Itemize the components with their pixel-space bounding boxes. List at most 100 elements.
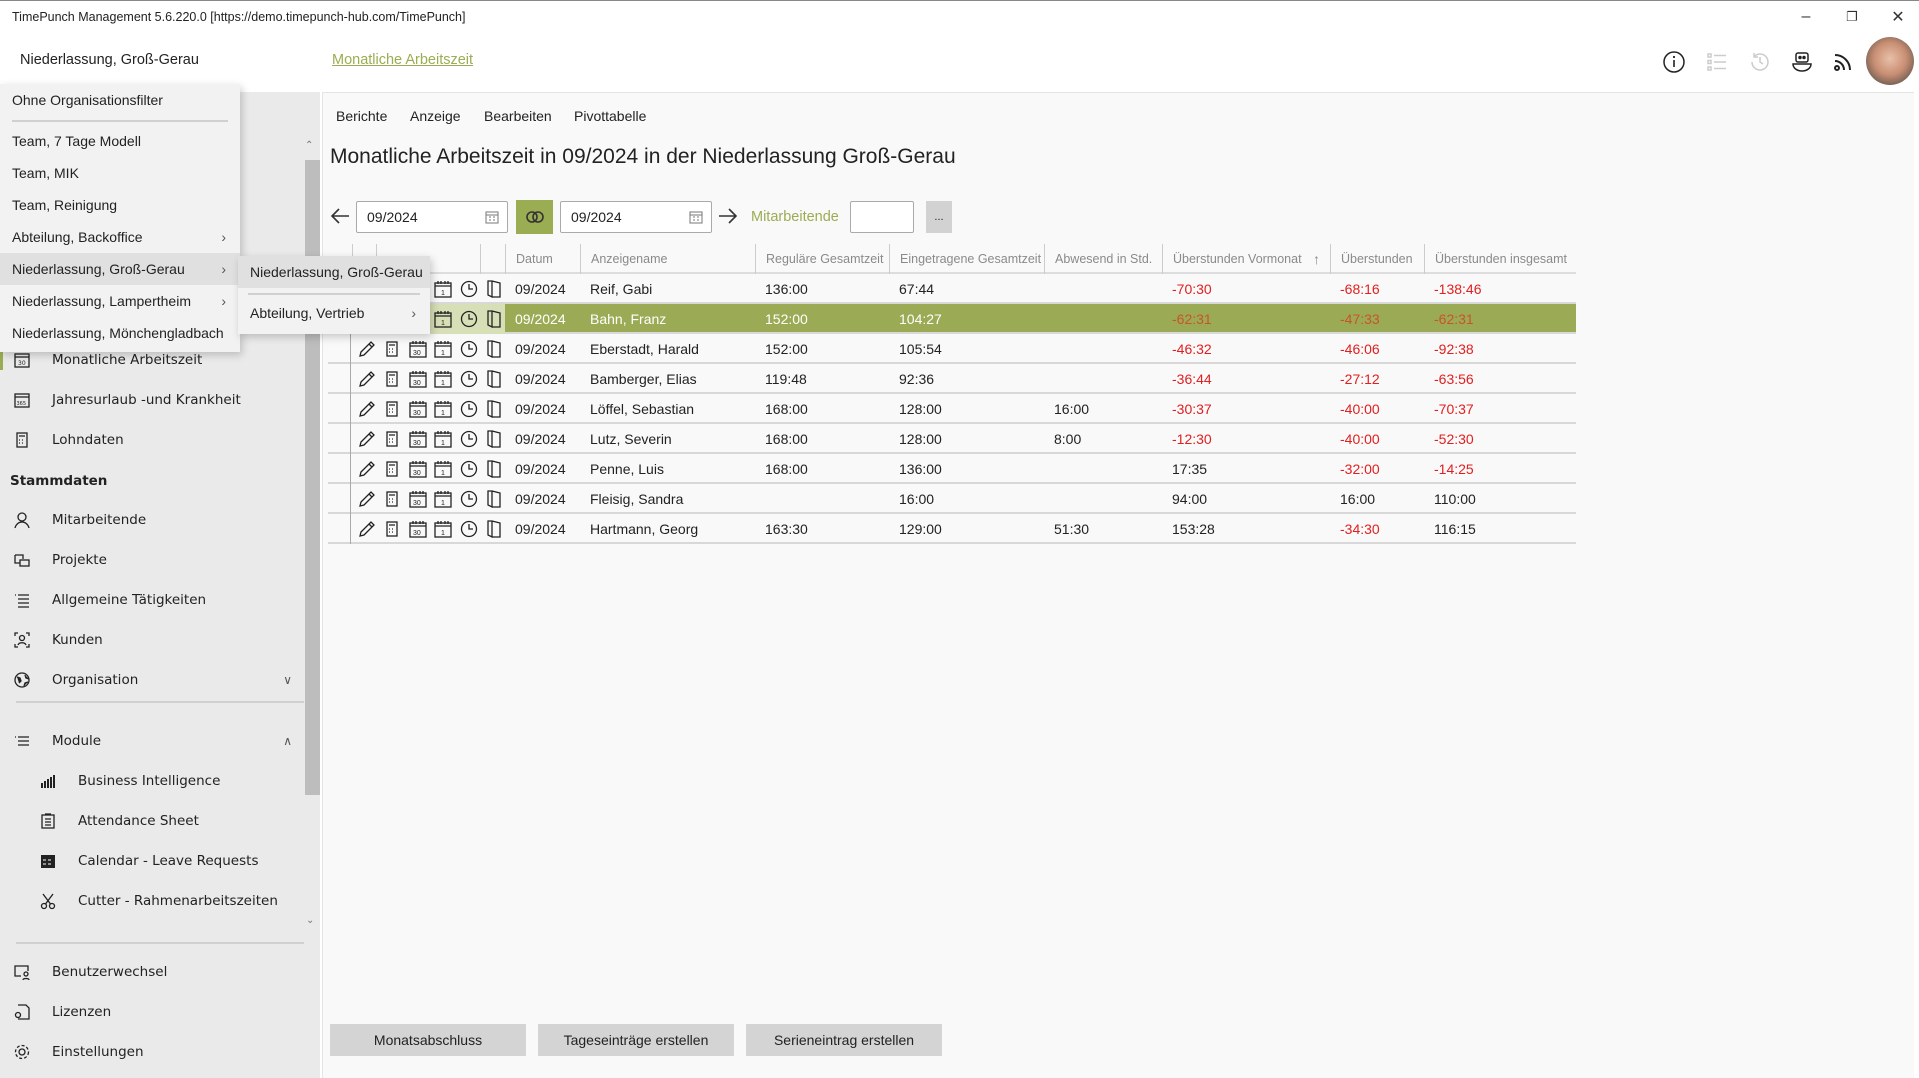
calendar-month-icon[interactable]: 30 (407, 397, 429, 421)
chevron-up-icon[interactable]: ∧ (283, 734, 292, 748)
table-row[interactable]: 30109/2024Reif, Gabi136:0067:44-70:30-68… (328, 274, 1576, 304)
column-header[interactable]: Reguläre Gesamtzeit (755, 244, 889, 274)
next-month-arrow-icon[interactable] (716, 204, 740, 231)
org-menu-item[interactable]: Abteilung, Backoffice › (0, 221, 240, 253)
scroll-down-icon[interactable]: ⌄ (306, 915, 314, 926)
clock-icon[interactable] (458, 367, 480, 391)
table-row[interactable]: 30109/2024Bahn, Franz152:00104:27-62:31-… (328, 304, 1576, 334)
column-header[interactable]: Datum (505, 244, 580, 274)
sort-ascending-icon[interactable]: ↑ (1313, 251, 1320, 267)
link-dates-button[interactable] (516, 200, 553, 234)
submenu-item[interactable]: Niederlassung, Groß-Gerau (238, 256, 430, 288)
employees-link[interactable]: Mitarbeitende (751, 209, 839, 225)
edit-icon[interactable] (356, 427, 378, 451)
book-icon[interactable] (484, 367, 506, 391)
clock-icon[interactable] (458, 397, 480, 421)
sidebar-item-lizenzen[interactable]: Lizenzen (0, 994, 300, 1030)
book-icon[interactable] (484, 397, 506, 421)
sidebar-item-cutter-rahmenarbeitszeiten[interactable]: Cutter - Rahmenarbeitszeiten (0, 883, 300, 919)
table-row[interactable]: 30 1 09/2024 Hartmann, Georg 163:30 129:00 51:… (328, 514, 1576, 544)
history-icon[interactable] (1746, 48, 1774, 76)
menu-berichte[interactable]: Berichte (336, 108, 387, 124)
edit-icon[interactable] (356, 457, 378, 481)
list-icon[interactable] (1703, 48, 1731, 76)
menu-anzeige[interactable]: Anzeige (410, 108, 461, 124)
sidebar-item-allgemeine-tätigkeiten[interactable]: Allgemeine Tätigkeiten (0, 582, 300, 618)
monatsabschluss-button[interactable]: Monatsabschluss (330, 1024, 526, 1056)
table-row[interactable]: 30 1 09/2024 Bamberger, Elias 119:48 92:36 -36… (328, 364, 1576, 394)
avatar[interactable] (1866, 37, 1914, 85)
book-icon[interactable] (484, 337, 506, 361)
minimize-button[interactable]: – (1786, 5, 1826, 29)
column-header[interactable]: Anzeigename (580, 244, 755, 274)
menu-pivottabelle[interactable]: Pivottabelle (574, 108, 646, 124)
menu-bearbeiten[interactable]: Bearbeiten (484, 108, 552, 124)
edit-icon[interactable] (356, 517, 378, 541)
calculator-icon[interactable] (382, 487, 404, 511)
sidebar-item-calendar-leave-requests[interactable]: Calendar - Leave Requests (0, 843, 300, 879)
table-row[interactable]: 30 1 09/2024 Eberstadt, Harald 152:00 105:54 -… (328, 334, 1576, 364)
info-icon[interactable] (1660, 48, 1688, 76)
clock-icon[interactable] (458, 277, 480, 301)
book-icon[interactable] (484, 517, 506, 541)
book-icon[interactable] (484, 457, 506, 481)
more-button[interactable]: ... (926, 201, 952, 233)
calculator-icon[interactable] (382, 367, 404, 391)
table-row[interactable]: 30 1 09/2024 Löffel, Sebastian 168:00 128:00 1… (328, 394, 1576, 424)
calendar-day-icon[interactable]: 1 (433, 487, 455, 511)
calendar-day-icon[interactable]: 1 (433, 517, 455, 541)
org-menu-item[interactable]: Niederlassung, Mönchengladbach (0, 317, 240, 349)
sidebar-item-organisation[interactable]: Organisation ∨ (0, 662, 300, 698)
sidebar-item-module[interactable]: Module ∧ (0, 723, 300, 759)
calendar-month-icon[interactable]: 30 (407, 457, 429, 481)
calculator-icon[interactable] (382, 517, 404, 541)
calendar-day-icon[interactable]: 1 (433, 457, 455, 481)
submenu-item-vertrieb[interactable]: Abteilung, Vertrieb › (238, 297, 430, 329)
create-daily-entries-button[interactable]: Tageseinträge erstellen (538, 1024, 734, 1056)
column-header[interactable]: Abwesend in Std. (1044, 244, 1162, 274)
sidebar-item-attendance-sheet[interactable]: Attendance Sheet (0, 803, 300, 839)
calculator-icon[interactable] (382, 337, 404, 361)
sidebar-item-benutzerwechsel[interactable]: Benutzerwechsel (0, 954, 300, 990)
close-button[interactable]: ✕ (1878, 5, 1918, 29)
book-icon[interactable] (484, 307, 506, 331)
sidebar-item-business-intelligence[interactable]: Business Intelligence (0, 763, 300, 799)
book-icon[interactable] (484, 487, 506, 511)
employees-field[interactable] (850, 201, 914, 233)
bot-icon[interactable] (1788, 48, 1816, 76)
calculator-icon[interactable] (382, 457, 404, 481)
column-header[interactable]: Überstunden insgesamt (1424, 244, 1576, 274)
edit-icon[interactable] (356, 397, 378, 421)
chevron-down-icon[interactable]: ∨ (283, 673, 292, 687)
clock-icon[interactable] (458, 487, 480, 511)
sidebar-item-jahresurlaub-und-krankheit[interactable]: 365 Jahresurlaub -und Krankheit (0, 382, 300, 418)
clock-icon[interactable] (458, 307, 480, 331)
calendar-day-icon[interactable]: 1 (433, 277, 455, 301)
create-series-entry-button[interactable]: Serieneintrag erstellen (746, 1024, 942, 1056)
scroll-up-icon[interactable]: ⌃ (305, 140, 313, 151)
edit-icon[interactable] (356, 487, 378, 511)
table-row[interactable]: 30 1 09/2024 Penne, Luis 168:00 136:00 17:35 -3… (328, 454, 1576, 484)
calendar-month-icon[interactable]: 30 (407, 517, 429, 541)
calendar-day-icon[interactable]: 1 (433, 337, 455, 361)
calendar-day-icon[interactable]: 1 (433, 367, 455, 391)
organization-selector[interactable]: Niederlassung, Groß-Gerau (20, 52, 199, 68)
table-row[interactable]: 30 1 09/2024 Lutz, Severin 168:00 128:00 8:00 -… (328, 424, 1576, 454)
sidebar-item-einstellungen[interactable]: Einstellungen (0, 1034, 300, 1070)
clock-icon[interactable] (458, 517, 480, 541)
calendar-month-icon[interactable]: 30 (407, 337, 429, 361)
calendar-day-icon[interactable]: 1 (433, 307, 455, 331)
sidebar-item-projekte[interactable]: Projekte (0, 542, 300, 578)
column-header[interactable]: Überstunden (1330, 244, 1424, 274)
clock-icon[interactable] (458, 457, 480, 481)
calendar-day-icon[interactable]: 1 (433, 397, 455, 421)
previous-month-arrow-icon[interactable] (328, 204, 352, 231)
calendar-day-icon[interactable]: 1 (433, 427, 455, 451)
calculator-icon[interactable] (382, 427, 404, 451)
feed-icon[interactable] (1829, 48, 1857, 76)
calendar-month-icon[interactable]: 30 (407, 427, 429, 451)
calendar-month-icon[interactable]: 30 (407, 367, 429, 391)
calculator-icon[interactable] (382, 397, 404, 421)
org-menu-item[interactable]: Team, 7 Tage Modell (0, 125, 240, 157)
sidebar-item-kunden[interactable]: Kunden (0, 622, 300, 658)
